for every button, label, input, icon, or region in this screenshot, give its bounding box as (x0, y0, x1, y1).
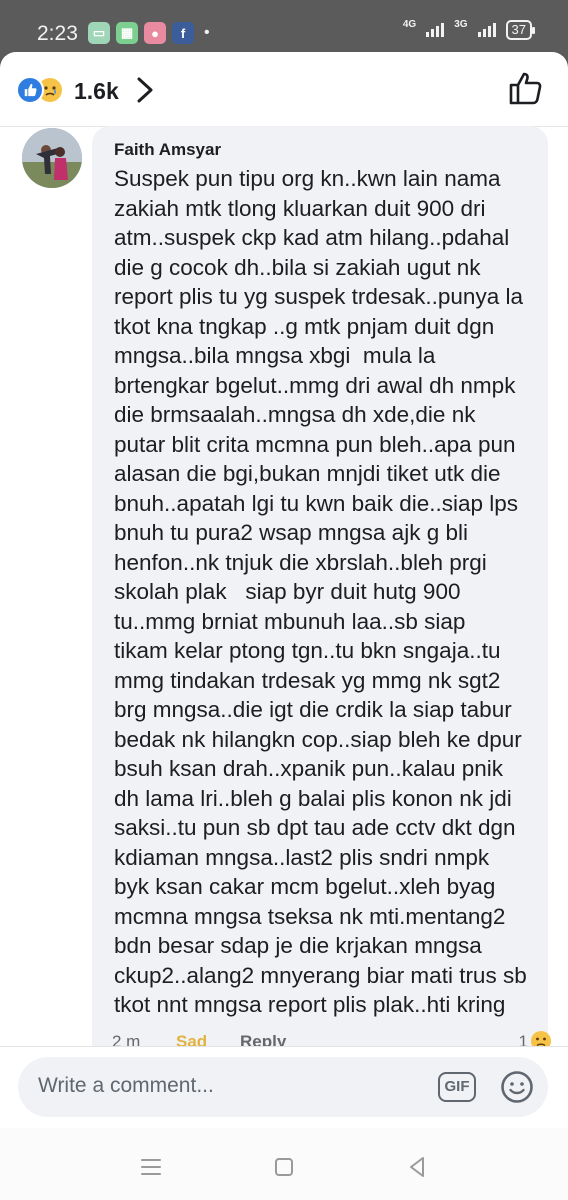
menu-icon[interactable] (138, 1154, 164, 1180)
system-nav-bar (0, 1128, 568, 1200)
like-button[interactable] (508, 70, 544, 106)
comment-line: saksi..tu pun sb dpt tau ade cctv dkt dg… (114, 815, 516, 840)
comment-line: bedak nk hilangkn cop..siap bleh ke dpur (114, 726, 522, 752)
comment-text: Suspek pun tipu org kn..kwn lain nama zak… (114, 164, 532, 1020)
comment-line: zakiah mtk tlong kluarkan duit 900 dri (114, 195, 486, 221)
comment-line: bsuh ksan drah..xpanik pun..kalau pnik (114, 756, 504, 781)
facebook-app-icon: f (172, 22, 194, 44)
comment-line: byk ksan cakar mcm bgelut..xleh byag (114, 874, 496, 899)
comment-line: die g cocok dh..bila si zakiah ugut nk (114, 254, 481, 280)
gallery-app-icon: ● (144, 22, 166, 44)
comment-line: bnuh..apatah lgi tu kwn baik die..siap l… (114, 490, 519, 516)
home-icon[interactable] (271, 1154, 297, 1180)
comment-line: Suspek pun tipu org kn..kwn lain nama (114, 166, 501, 191)
status-bar: 2:23 ▭ ▦ ● f • 4G 3G 37 (0, 0, 568, 52)
emoji-icon[interactable] (500, 1070, 534, 1104)
comments-sheet: 1.6k Faith Amsyar Suspek pun tipu org kn… (0, 52, 568, 1200)
more-notifications-dot: • (204, 24, 210, 41)
comment-line: alasan die bgi,bukan mnjdi tiket utk die (114, 461, 501, 486)
calculator-app-icon: ▦ (116, 22, 138, 44)
comment-line: die brmsaalah..mngsa dh xde,die nk (114, 402, 476, 427)
comment-line: mngsa..bila mngsa xbgi mula la (114, 343, 436, 368)
comment-line: kdiaman mngsa..last2 plis sndri nmpk (114, 844, 490, 870)
comment-line: bdn besar sdap je die krjakan mngsa (114, 933, 482, 958)
composer-field: GIF (18, 1057, 548, 1117)
chat-app-icon: ▭ (88, 22, 110, 44)
comment-line: tkot kna tngkap ..g mtk pnjam duit dgn (114, 313, 495, 339)
comment-input[interactable] (38, 1074, 398, 1098)
signal-icon (426, 23, 445, 37)
comment-line: henfon..nk tnjuk die xbrslah..bleh prgi (114, 549, 487, 575)
reactions-header: 1.6k (0, 52, 568, 124)
status-indicators: 4G 3G 37 (402, 18, 536, 40)
comment-line: tikam kelar ptong tgn..tu bkn sngaja..tu (114, 638, 501, 663)
avatar[interactable] (22, 128, 82, 188)
notification-icons: ▭ ▦ ● f (88, 22, 194, 44)
comment-line: skolah plak siap byr duit hutg 900 (114, 579, 461, 604)
reaction-count[interactable]: 1.6k (74, 78, 119, 105)
comment-line: report plis tu yg suspek trdesak..punya … (114, 284, 523, 309)
comment-line: dh lama lri..bleh g balai plis konon nk … (114, 785, 512, 811)
comment-line: tkot nnt mngsa report plis plak..hti kri… (114, 992, 506, 1017)
comment-line: tu..mmg brniat mbunuh laa..sb siap (114, 608, 466, 634)
reaction-summary[interactable] (16, 76, 74, 104)
battery-icon: 37 (505, 20, 536, 40)
comment-line: mmg tindakan trdesak yg mmg nk sgt2 (114, 667, 501, 693)
signal-icon-2 (477, 23, 496, 37)
comment-bubble[interactable]: Faith Amsyar Suspek pun tipu org kn..kwn… (92, 126, 548, 1064)
gif-button[interactable]: GIF (438, 1072, 476, 1102)
comment-line: ckup2..alang2 mnyerang biar mati trus sb (114, 962, 527, 988)
chevron-right-icon[interactable] (134, 76, 156, 104)
like-icon (16, 76, 44, 104)
comment-line: putar blit crita mcmna pun bleh..apa pun (114, 431, 516, 457)
comment-line: bnuh tu pura2 wsap mngsa ajk g bli (114, 520, 468, 545)
comment-author[interactable]: Faith Amsyar (114, 140, 532, 160)
comment-composer: GIF (0, 1046, 568, 1128)
network-type-1: 4G (402, 18, 417, 30)
comment-line: mcmna mngsa tseksa nk mti.mentang2 (114, 903, 506, 929)
network-type-2: 3G (454, 18, 468, 30)
comment-line: brg mngsa..die igt die crdik la siap tab… (114, 697, 512, 722)
back-icon[interactable] (404, 1154, 430, 1180)
comment-line: brtengkar bgelut..mmg dri awal dh nmpk (114, 372, 516, 398)
status-time: 2:23 (37, 22, 78, 45)
comment-line: atm..suspek ckp kad atm hilang..pdahal (114, 225, 510, 250)
